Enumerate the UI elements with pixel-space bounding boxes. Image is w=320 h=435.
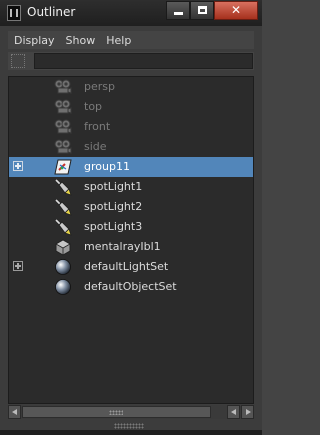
outliner-row-spotLight3[interactable]: spotLight3 xyxy=(9,217,253,237)
outliner-item-label: side xyxy=(84,140,107,153)
outliner-item-label: spotLight1 xyxy=(84,180,143,193)
camera-icon xyxy=(54,118,72,136)
close-button[interactable]: ✕ xyxy=(214,1,258,20)
scroll-left-alt-button[interactable] xyxy=(227,405,240,419)
outliner-item-label: spotLight3 xyxy=(84,220,143,233)
set-icon xyxy=(54,278,72,296)
spotlight-icon xyxy=(54,178,72,196)
outliner-item-label: top xyxy=(84,100,103,113)
outliner-window: Outliner ✕ Display Show Help persp top f… xyxy=(0,0,262,435)
outliner-row-group11[interactable]: group11 xyxy=(9,157,253,177)
outliner-row-side[interactable]: side xyxy=(9,137,253,157)
maya-app-icon xyxy=(7,5,21,21)
ibl-icon xyxy=(54,238,72,256)
outliner-item-label: mentalrayIbl1 xyxy=(84,240,161,253)
menu-display[interactable]: Display xyxy=(14,34,55,47)
grip-icon xyxy=(109,410,123,415)
horizontal-scrollbar[interactable] xyxy=(8,405,254,419)
scroll-right-button[interactable] xyxy=(241,405,254,419)
menu-bar: Display Show Help xyxy=(8,31,254,49)
outliner-item-label: spotLight2 xyxy=(84,200,143,213)
outliner-item-label: persp xyxy=(84,80,115,93)
filter-icon[interactable] xyxy=(11,54,25,68)
outliner-row-top[interactable]: top xyxy=(9,97,253,117)
outliner-item-label: group11 xyxy=(84,160,130,173)
minimize-icon xyxy=(174,12,183,15)
resize-grip-icon[interactable] xyxy=(114,423,144,429)
window-bottom-edge xyxy=(0,430,262,435)
scroll-left-button[interactable] xyxy=(8,405,21,419)
close-icon: ✕ xyxy=(230,3,242,17)
menu-help[interactable]: Help xyxy=(106,34,131,47)
camera-icon xyxy=(54,78,72,96)
title-bar[interactable]: Outliner ✕ xyxy=(0,0,262,26)
outliner-row-mentalrayIbl1[interactable]: mentalrayIbl1 xyxy=(9,237,253,257)
outliner-row-front[interactable]: front xyxy=(9,117,253,137)
outliner-item-label: front xyxy=(84,120,111,133)
outliner-row-defaultObjectSet[interactable]: defaultObjectSet xyxy=(9,277,253,297)
camera-icon xyxy=(54,138,72,156)
outliner-item-label: defaultObjectSet xyxy=(84,280,177,293)
expand-plus-icon[interactable] xyxy=(13,261,23,271)
scroll-thumb[interactable] xyxy=(22,406,211,418)
window-controls: ✕ xyxy=(166,1,258,20)
outliner-row-defaultLightSet[interactable]: defaultLightSet xyxy=(9,257,253,277)
group-icon xyxy=(54,158,72,176)
outliner-tree[interactable]: persp top front side group11 spotLight1 … xyxy=(8,76,254,404)
spotlight-icon xyxy=(54,198,72,216)
spotlight-icon xyxy=(54,218,72,236)
camera-icon xyxy=(54,98,72,116)
set-icon xyxy=(54,258,72,276)
outliner-item-label: defaultLightSet xyxy=(84,260,169,273)
menu-show[interactable]: Show xyxy=(66,34,96,47)
filter-input[interactable] xyxy=(34,53,253,69)
outliner-row-persp[interactable]: persp xyxy=(9,77,253,97)
minimize-button[interactable] xyxy=(166,1,190,20)
outliner-row-spotLight2[interactable]: spotLight2 xyxy=(9,197,253,217)
expand-plus-icon[interactable] xyxy=(13,161,23,171)
maximize-icon xyxy=(198,6,207,14)
maximize-button[interactable] xyxy=(190,1,214,20)
filter-bar xyxy=(8,52,254,70)
window-title: Outliner xyxy=(27,5,76,19)
outliner-row-spotLight1[interactable]: spotLight1 xyxy=(9,177,253,197)
